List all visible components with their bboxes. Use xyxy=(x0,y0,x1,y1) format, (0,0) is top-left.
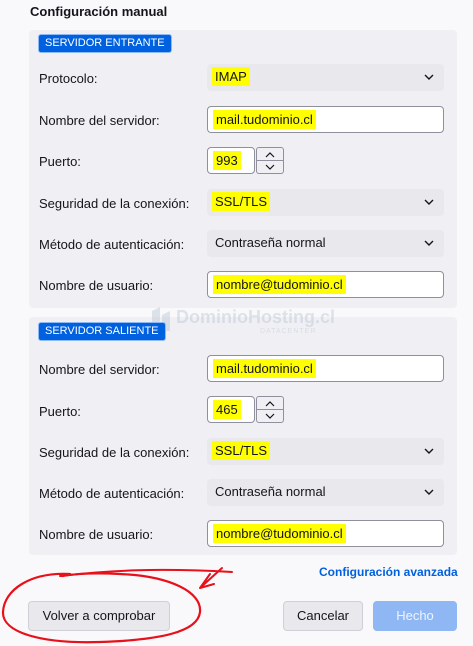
incoming-port-input[interactable]: 993 xyxy=(207,147,255,174)
outgoing-port-value: 465 xyxy=(213,400,241,419)
incoming-server-input[interactable]: mail.tudominio.cl xyxy=(207,106,444,133)
increment-button[interactable] xyxy=(257,397,283,410)
incoming-port-arrows xyxy=(256,147,284,174)
increment-button[interactable] xyxy=(257,148,283,161)
incoming-user-label: Nombre de usuario: xyxy=(39,278,154,293)
outgoing-port-arrows xyxy=(256,396,284,423)
outgoing-server-input[interactable]: mail.tudominio.cl xyxy=(207,355,444,382)
advanced-config-link[interactable]: Configuración avanzada xyxy=(319,565,458,579)
outgoing-server-badge: SERVIDOR SALIENTE xyxy=(38,322,166,341)
chevron-up-icon xyxy=(265,151,275,157)
outgoing-port-input[interactable]: 465 xyxy=(207,396,255,423)
incoming-security-select[interactable]: SSL/TLS xyxy=(207,189,444,216)
outgoing-security-value: SSL/TLS xyxy=(212,441,271,460)
watermark-brand: DominioHosting.cl xyxy=(176,307,335,327)
outgoing-server-value: mail.tudominio.cl xyxy=(213,359,316,378)
outgoing-auth-value: Contraseña normal xyxy=(215,484,326,499)
chevron-down-icon xyxy=(424,489,434,495)
cancel-button[interactable]: Cancelar xyxy=(283,601,363,631)
outgoing-user-value: nombre@tudominio.cl xyxy=(213,524,346,543)
outgoing-server-label: Nombre del servidor: xyxy=(39,362,160,377)
outgoing-security-select[interactable]: SSL/TLS xyxy=(207,438,444,465)
incoming-server-label: Nombre del servidor: xyxy=(39,113,160,128)
protocol-label: Protocolo: xyxy=(39,71,98,86)
incoming-user-value: nombre@tudominio.cl xyxy=(213,275,346,294)
watermark-logo: DominioHosting.cl DATACENTER xyxy=(150,305,350,345)
incoming-user-input[interactable]: nombre@tudominio.cl xyxy=(207,271,444,298)
outgoing-auth-label: Método de autenticación: xyxy=(39,486,185,501)
chevron-down-icon xyxy=(424,74,434,80)
chevron-down-icon xyxy=(424,448,434,454)
incoming-port-label: Puerto: xyxy=(39,154,81,169)
done-button[interactable]: Hecho xyxy=(373,601,457,631)
chevron-down-icon xyxy=(424,240,434,246)
incoming-auth-select[interactable]: Contraseña normal xyxy=(207,230,444,257)
outgoing-auth-select[interactable]: Contraseña normal xyxy=(207,479,444,506)
incoming-port-value: 993 xyxy=(213,151,241,170)
decrement-button[interactable] xyxy=(257,161,283,173)
incoming-security-value: SSL/TLS xyxy=(212,192,271,211)
outgoing-port-stepper[interactable]: 465 xyxy=(207,396,285,423)
retry-button[interactable]: Volver a comprobar xyxy=(28,601,170,631)
chevron-down-icon xyxy=(265,164,275,170)
protocol-select[interactable]: IMAP xyxy=(207,64,444,91)
incoming-security-label: Seguridad de la conexión: xyxy=(39,196,190,211)
chevron-down-icon xyxy=(424,199,434,205)
decrement-button[interactable] xyxy=(257,410,283,422)
chevron-down-icon xyxy=(265,413,275,419)
incoming-server-badge: SERVIDOR ENTRANTE xyxy=(38,34,172,53)
watermark-sub: DATACENTER xyxy=(260,328,317,335)
outgoing-user-label: Nombre de usuario: xyxy=(39,527,154,542)
outgoing-security-label: Seguridad de la conexión: xyxy=(39,445,190,460)
outgoing-user-input[interactable]: nombre@tudominio.cl xyxy=(207,520,444,547)
page-title: Configuración manual xyxy=(30,4,168,19)
incoming-server-value: mail.tudominio.cl xyxy=(213,110,316,129)
incoming-auth-value: Contraseña normal xyxy=(215,235,326,250)
chevron-up-icon xyxy=(265,400,275,406)
incoming-port-stepper[interactable]: 993 xyxy=(207,147,285,174)
incoming-auth-label: Método de autenticación: xyxy=(39,237,185,252)
protocol-value: IMAP xyxy=(212,67,250,86)
outgoing-port-label: Puerto: xyxy=(39,404,81,419)
